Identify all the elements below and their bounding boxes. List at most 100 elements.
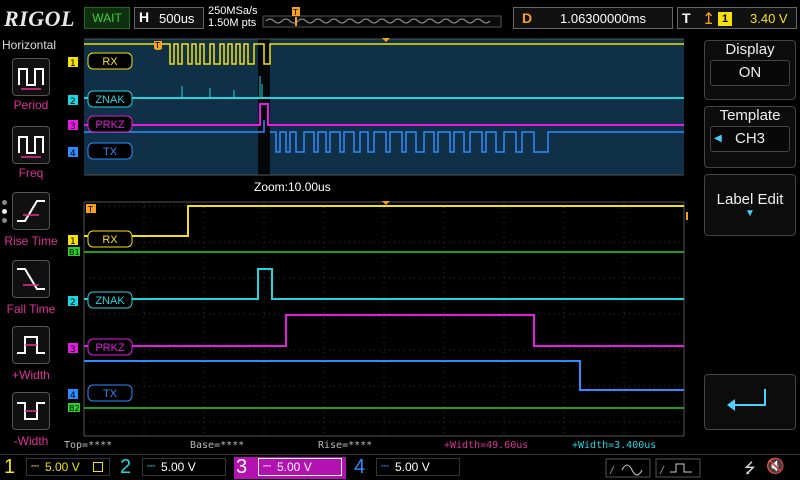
- period-button[interactable]: [12, 58, 50, 96]
- ch1-scale: 5.00 V ⎓: [26, 458, 110, 476]
- display-softkey[interactable]: Display ON: [704, 40, 796, 100]
- svg-text:T: T: [154, 41, 160, 50]
- dc-coupling-icon: ⎓: [381, 461, 389, 472]
- svg-text:T: T: [87, 205, 93, 214]
- freq-icon: [18, 136, 44, 158]
- run-status-badge[interactable]: WAIT: [84, 7, 130, 29]
- template-title: Template: [719, 107, 781, 124]
- rise-time-button[interactable]: [12, 192, 50, 230]
- acquisition-info: 250MSa/s 1.50M pts: [208, 5, 258, 29]
- period-icon: [18, 68, 44, 90]
- channel-status-bar: 1 5.00 V ⎓ 2 5.00 V ⎓ 3 5.00 V ⎓ 4 5.00 …: [0, 454, 800, 480]
- trigger-source: 1: [718, 12, 732, 26]
- measure-pwidth-ch2: +Width=3.400us: [572, 440, 656, 451]
- delay-value: 1.06300000ms: [560, 11, 647, 26]
- return-icon: [727, 389, 766, 411]
- horizontal-label: H: [139, 9, 150, 25]
- zoom-ch3-trace: [84, 314, 684, 347]
- fall-time-icon: [17, 268, 45, 290]
- freq-label: Freq: [18, 166, 44, 180]
- ch1-number: 1: [4, 456, 16, 478]
- measure-top: Top=****: [64, 440, 112, 451]
- display-title: Display: [725, 41, 775, 58]
- neg-width-label: -Width: [13, 434, 49, 448]
- delay-box[interactable]: D 1.06300000ms: [513, 7, 673, 29]
- svg-text:1: 1: [70, 237, 76, 247]
- ch4-scale: 5.00 V ⎓: [376, 458, 460, 476]
- template-value: ◀ CH3: [710, 126, 790, 152]
- fall-time-label: Fall Time: [6, 302, 56, 316]
- sample-rate: 250MSa/s: [208, 5, 258, 17]
- brand-logo: RIGOL: [4, 6, 75, 31]
- ch4-status[interactable]: 4 5.00 V ⎓: [352, 456, 462, 479]
- zoom-label-rx: RX: [102, 234, 118, 246]
- bus-b2-label: B2: [69, 404, 80, 413]
- bus-b1-label: B1: [69, 248, 80, 257]
- measure-pwidth-ch3: +Width=49.60us: [444, 440, 528, 451]
- chevron-left-icon: ◀: [714, 133, 722, 144]
- zoom-grid: [84, 202, 684, 436]
- memory-depth: 1.50M pts: [208, 17, 257, 29]
- ch3-number: 3: [236, 456, 248, 478]
- menu-title: Horizontal: [2, 38, 57, 52]
- top-status-bar: RIGOL WAIT H 500us 250MSa/s 1.50M pts T …: [0, 0, 800, 36]
- fall-time-button[interactable]: [12, 260, 50, 298]
- neg-width-icon: [17, 402, 45, 420]
- horizontal-timebase-box[interactable]: H 500us: [134, 7, 204, 29]
- overview-label-tx: TX: [103, 146, 118, 158]
- memory-position-indicator: T: [262, 7, 502, 28]
- chevron-down-icon: ▼: [745, 208, 755, 219]
- pos-width-button[interactable]: [12, 326, 50, 364]
- overview-label-prkz: PRKZ: [95, 119, 125, 131]
- usb-icon: ⭍: [744, 460, 756, 476]
- svg-text:3: 3: [70, 345, 76, 355]
- zoom-label-tx: TX: [103, 388, 118, 400]
- ch2-scale: 5.00 V ⎓: [142, 458, 226, 476]
- overview-label-rx: RX: [102, 56, 118, 68]
- timebase-value: 500us: [159, 11, 195, 26]
- svg-text:2: 2: [70, 97, 76, 107]
- display-value: ON: [710, 60, 790, 86]
- template-softkey[interactable]: Template ◀ CH3: [704, 106, 796, 168]
- freq-button[interactable]: [12, 126, 50, 164]
- trigger-level: 3.40 V: [750, 11, 788, 26]
- delay-label: D: [522, 10, 533, 26]
- zoom-ch2-trace: [84, 268, 684, 300]
- ch2-status[interactable]: 2 5.00 V ⎓: [118, 456, 228, 479]
- dc-coupling-icon: ⎓: [263, 461, 271, 472]
- measure-rise: Rise=****: [318, 440, 372, 451]
- pos-width-label: +Width: [12, 368, 50, 382]
- waveform-display[interactable]: T 1 RX 2 ZNAK 3 PRKZ 4 TX Zoom:10.00us T…: [64, 36, 688, 454]
- ch3-status[interactable]: 3 5.00 V ⎓: [234, 456, 346, 479]
- ch1-status[interactable]: 1 5.00 V ⎓: [2, 456, 112, 479]
- svg-text:1: 1: [70, 59, 76, 69]
- dc-coupling-icon: ⎓: [31, 461, 39, 472]
- function-gen-icons[interactable]: [604, 458, 704, 478]
- period-label: Period: [13, 98, 49, 112]
- zoom-ch1-trace: [84, 205, 684, 237]
- ch4-number: 4: [354, 456, 366, 478]
- svg-text:T: T: [292, 8, 298, 17]
- dc-coupling-icon: ⎓: [147, 461, 155, 472]
- menu-page-dots: [2, 200, 8, 227]
- rise-time-label: Rise Time: [4, 234, 58, 248]
- label-edit-title: Label Edit: [716, 191, 784, 208]
- svg-text:2: 2: [70, 298, 76, 308]
- speaker-icon[interactable]: 🔇: [766, 457, 785, 475]
- right-softkey-menu: Display ON Template ◀ CH3 Label Edit ▼: [700, 36, 800, 454]
- zoom-label-prkz: PRKZ: [95, 342, 125, 354]
- trigger-box[interactable]: T ↥ 1 3.40 V: [677, 7, 797, 29]
- trigger-level-marker: [686, 212, 688, 220]
- rise-time-icon: [17, 200, 45, 222]
- zoom-label: Zoom:10.00us: [254, 180, 331, 194]
- neg-width-button[interactable]: [12, 392, 50, 430]
- return-softkey[interactable]: [704, 374, 796, 430]
- svg-text:3: 3: [70, 122, 76, 132]
- measure-base: Base=****: [190, 440, 244, 451]
- trigger-label: T: [682, 10, 691, 26]
- bw-limit-icon: [93, 462, 103, 472]
- label-edit-softkey[interactable]: Label Edit ▼: [704, 174, 796, 236]
- rising-edge-icon: ↥: [702, 11, 716, 28]
- pos-width-icon: [17, 336, 45, 354]
- svg-text:4: 4: [70, 391, 76, 401]
